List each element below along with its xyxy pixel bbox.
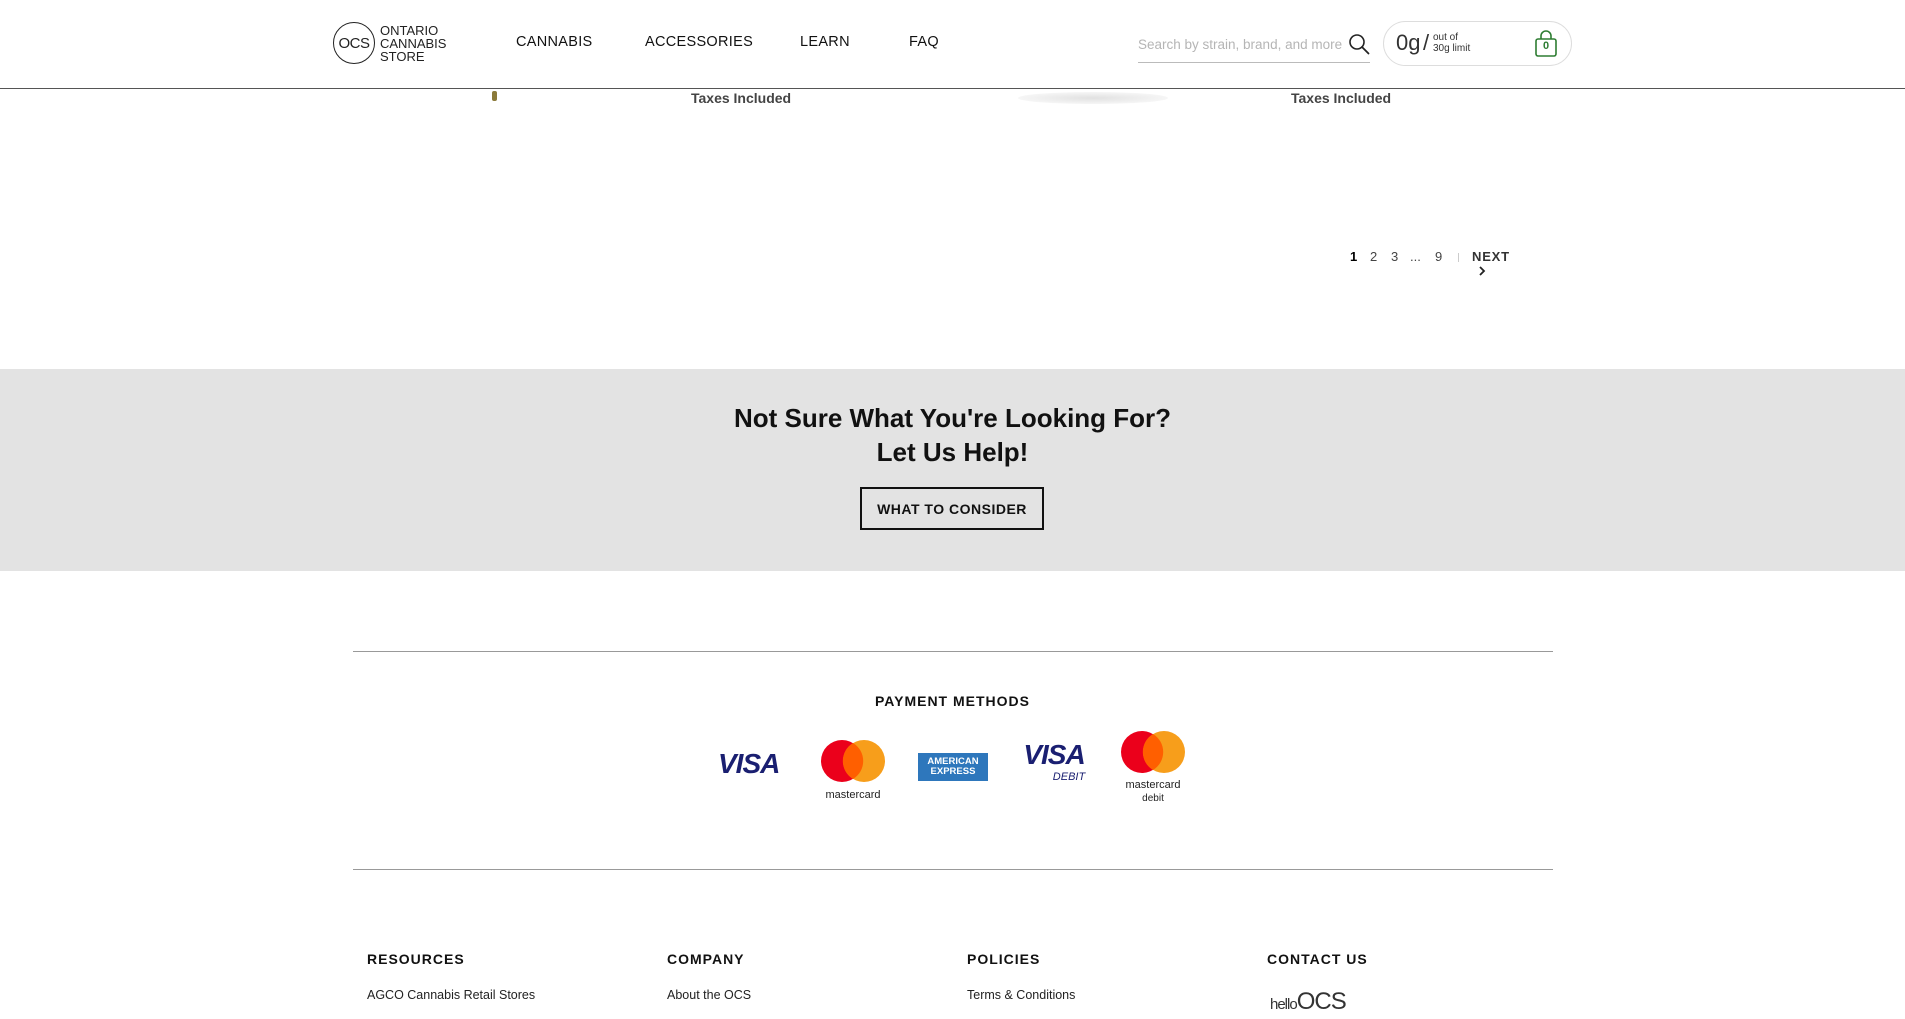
nav-accessories[interactable]: ACCESSORIES <box>645 34 753 50</box>
ocs-logo[interactable]: OCS ONTARIO CANNABIS STORE <box>333 22 463 68</box>
footer-heading-resources: RESOURCES <box>367 951 465 967</box>
visa-text: VISA <box>718 748 780 779</box>
mastercard-debit-logo: mastercard debit <box>1117 730 1189 806</box>
footer-link-about[interactable]: About the OCS <box>667 988 751 1002</box>
visa-debit-logo: VISA DEBIT <box>1020 741 1088 791</box>
page-ellipsis: ... <box>1410 249 1421 264</box>
site-header: OCS ONTARIO CANNABIS STORE CANNABIS ACCE… <box>0 0 1905 89</box>
limit-caption: out of 30g limit <box>1433 32 1493 54</box>
product-image-shadow <box>1018 92 1168 104</box>
limit-caption-line-1: out of <box>1433 32 1459 43</box>
search-input[interactable] <box>1138 32 1343 56</box>
tax-note-left: Taxes Included <box>691 90 792 106</box>
cart-count: 0 <box>1542 40 1550 52</box>
mastercard-logo: mastercard <box>817 739 889 801</box>
tax-note-right: Taxes Included <box>1291 90 1392 106</box>
footer-divider-top <box>353 651 1553 652</box>
mastercard-debit-text: mastercard <box>1125 779 1181 791</box>
nav-learn[interactable]: LEARN <box>800 34 850 50</box>
mastercard-text: mastercard <box>825 789 881 801</box>
page-1[interactable]: 1 <box>1350 249 1357 264</box>
search-bar <box>1138 28 1370 63</box>
visa-debit-text: VISA <box>1023 739 1085 770</box>
footer-heading-policies: POLICIES <box>967 951 1041 967</box>
help-title-line-1: Not Sure What You're Looking For? <box>733 403 1172 433</box>
nav-cannabis[interactable]: CANNABIS <box>516 34 593 50</box>
logo-wordmark: ONTARIO CANNABIS STORE <box>380 24 470 63</box>
pagination-divider <box>1458 253 1459 262</box>
nav-faq[interactable]: FAQ <box>909 34 939 50</box>
help-banner: Not Sure What You're Looking For? Let Us… <box>0 369 1905 571</box>
footer-link-terms[interactable]: Terms & Conditions <box>967 988 1075 1002</box>
visa-debit-subtext: DEBIT <box>1052 771 1086 783</box>
footer-link-agco-stores[interactable]: AGCO Cannabis Retail Stores <box>367 988 535 1002</box>
hello-text: hello <box>1270 996 1298 1013</box>
amex-line-2: EXPRESS <box>930 766 976 777</box>
footer-heading-company: COMPANY <box>667 951 745 967</box>
hello-ocs-text: OCS <box>1296 988 1347 1015</box>
what-to-consider-button[interactable]: WHAT TO CONSIDER <box>860 487 1044 530</box>
next-label: NEXT <box>1472 249 1510 264</box>
american-express-logo: AMERICAN EXPRESS <box>918 753 988 781</box>
page-9[interactable]: 9 <box>1435 249 1442 264</box>
visa-logo: VISA <box>718 748 780 780</box>
help-title-line-2: Let Us Help! <box>876 437 1029 467</box>
logo-mark: OCS <box>333 22 375 64</box>
next-page-button[interactable]: NEXT <box>1472 249 1510 279</box>
chevron-right-icon <box>1479 266 1486 276</box>
page-3[interactable]: 3 <box>1391 249 1398 264</box>
limit-slash: / <box>1423 30 1430 55</box>
mastercard-debit-circles-icon <box>1121 731 1185 773</box>
purchase-limit-widget[interactable]: 0g / out of 30g limit 0 <box>1383 21 1572 66</box>
footer-heading-contact: CONTACT US <box>1267 951 1368 967</box>
help-title: Not Sure What You're Looking For? Let Us… <box>0 401 1905 469</box>
search-icon[interactable] <box>1348 33 1370 55</box>
page-2[interactable]: 2 <box>1370 249 1377 264</box>
product-image-fragment <box>492 91 497 101</box>
limit-caption-line-2: 30g limit <box>1433 43 1471 54</box>
shopping-bag-icon[interactable]: 0 <box>1533 30 1559 58</box>
mastercard-debit-subtext: debit <box>1142 793 1164 804</box>
footer-divider-bottom <box>353 869 1553 870</box>
payment-methods-title: PAYMENT METHODS <box>874 693 1030 709</box>
logo-line-3: STORE <box>380 49 425 64</box>
mastercard-circles-icon <box>821 740 885 782</box>
hello-ocs-logo[interactable]: helloOCS <box>1270 988 1347 1016</box>
limit-amount: 0g <box>1396 30 1421 55</box>
